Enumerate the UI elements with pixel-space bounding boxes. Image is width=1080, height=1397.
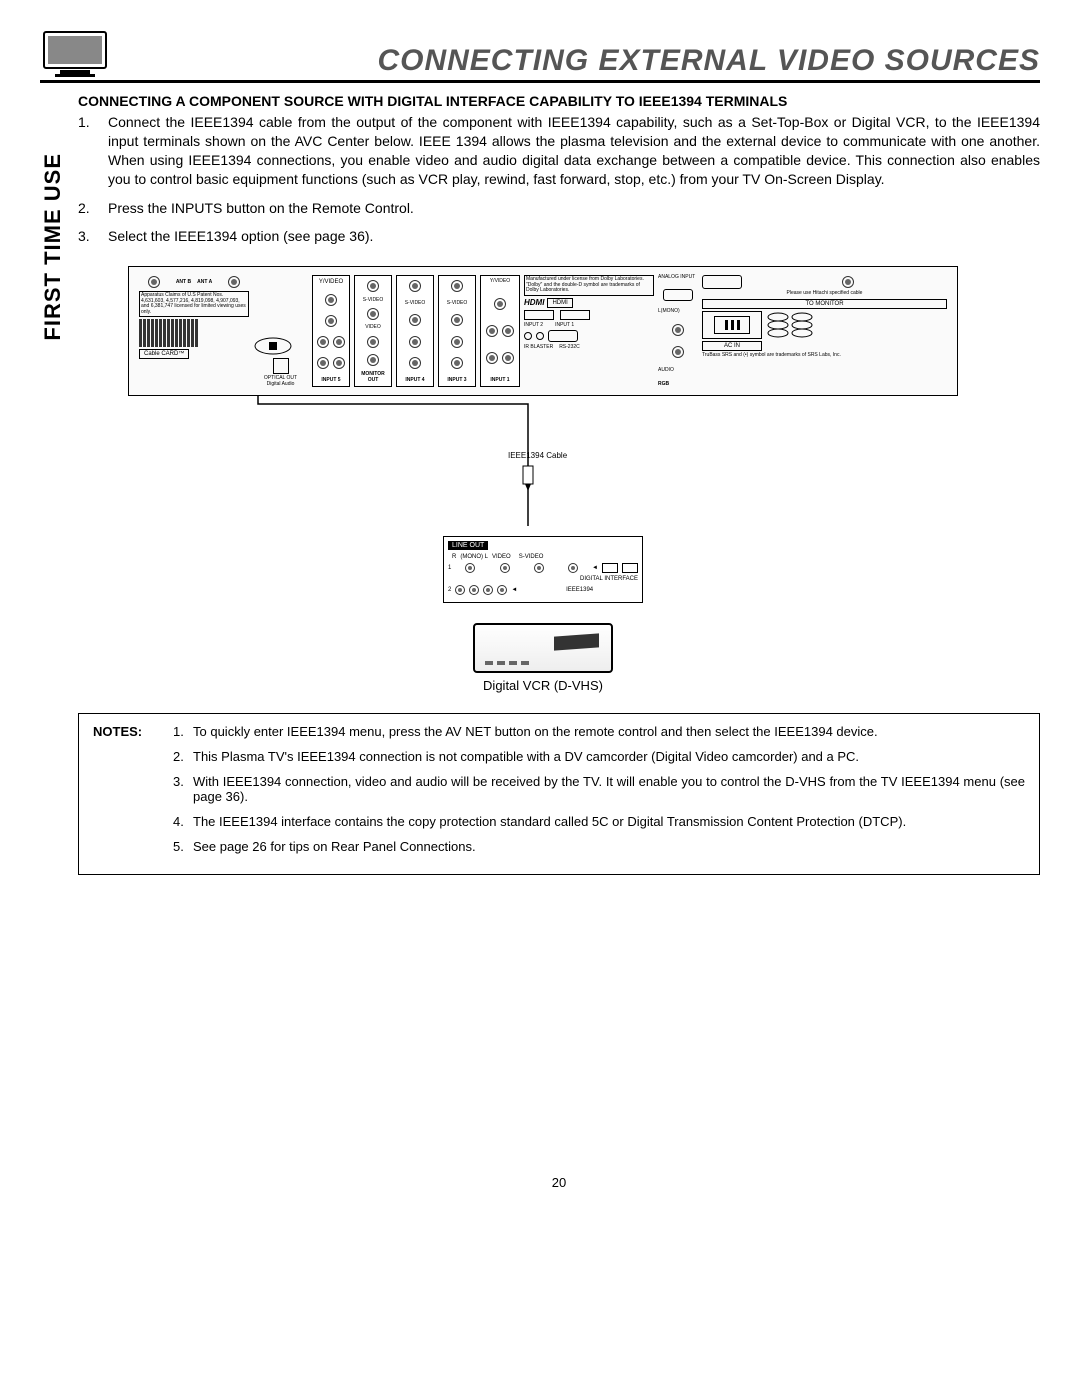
note-text: This Plasma TV's IEEE1394 connection is … xyxy=(193,749,1025,774)
page-header: CONNECTING EXTERNAL VIDEO SOURCES xyxy=(40,30,1040,83)
vga-port xyxy=(548,330,578,342)
note-text: To quickly enter IEEE1394 menu, press th… xyxy=(193,724,1025,749)
ieee1394-port xyxy=(622,563,638,573)
vent-grille xyxy=(139,319,249,347)
note-number: 1. xyxy=(173,724,193,749)
to-monitor-label: TO MONITOR xyxy=(702,299,947,309)
note-number: 5. xyxy=(173,839,193,864)
connection-diagram: ANT B ANT A Apparatus Claims of U.S Pate… xyxy=(128,266,958,693)
rear-panel-diagram: ANT B ANT A Apparatus Claims of U.S Pate… xyxy=(128,266,958,396)
monitor-out-block: S-VIDEO VIDEO MONITOR OUT xyxy=(354,275,392,387)
notes-box: NOTES: 1. To quickly enter IEEE1394 menu… xyxy=(78,713,1040,875)
step-number: 1. xyxy=(78,113,108,189)
ant-a-label: ANT A xyxy=(197,279,212,285)
step-item: 1. Connect the IEEE1394 cable from the o… xyxy=(78,113,1040,189)
input1-label: INPUT 1 xyxy=(484,377,516,383)
note-number: 2. xyxy=(173,749,193,774)
hitachi-note: Please use Hitachi specified cable xyxy=(702,291,947,297)
yvideo-label: Y/VIDEO xyxy=(316,279,346,285)
rgb-label: RGB xyxy=(658,381,698,387)
ieee1394-port xyxy=(602,563,618,573)
vent-icon xyxy=(766,311,816,339)
page-number: 20 xyxy=(78,1175,1040,1190)
connector-port xyxy=(702,275,742,289)
vga-port xyxy=(663,289,693,301)
hdmi-port xyxy=(524,310,554,320)
note-text: See page 26 for tips on Rear Panel Conne… xyxy=(193,839,1025,864)
step-text: Press the INPUTS button on the Remote Co… xyxy=(108,199,1040,218)
digital-audio-label: Digital Audio xyxy=(253,382,308,388)
input4-block: S-VIDEO INPUT 4 xyxy=(396,275,434,387)
dolby-note: Manufactured under license from Dolby La… xyxy=(524,275,654,296)
step-item: 3. Select the IEEE1394 option (see page … xyxy=(78,227,1040,246)
step-number: 2. xyxy=(78,199,108,218)
step-number: 3. xyxy=(78,227,108,246)
monitor-out-label: MONITOR OUT xyxy=(358,371,388,383)
input2-label: INPUT 2 xyxy=(524,322,543,328)
rs232c-label: RS-232C xyxy=(559,344,580,350)
step-text: Select the IEEE1394 option (see page 36)… xyxy=(108,227,1040,246)
tv-icon xyxy=(40,30,110,78)
note-text: The IEEE1394 interface contains the copy… xyxy=(193,814,1025,839)
hdmi-port xyxy=(560,310,590,320)
section-heading: CONNECTING A COMPONENT SOURCE WITH DIGIT… xyxy=(78,93,1040,109)
input1-label: INPUT 1 xyxy=(555,322,574,328)
step-list: 1. Connect the IEEE1394 cable from the o… xyxy=(78,113,1040,246)
input5-label: INPUT 5 xyxy=(316,377,346,383)
antenna-jack xyxy=(228,276,240,288)
vcr-device-icon xyxy=(473,623,613,673)
ac-in-label: AC IN xyxy=(702,341,762,351)
note-number: 4. xyxy=(173,814,193,839)
side-label: FIRST TIME USE xyxy=(40,153,66,341)
step-text: Connect the IEEE1394 cable from the outp… xyxy=(108,113,1040,189)
antenna-jack xyxy=(148,276,160,288)
input4-label: INPUT 4 xyxy=(400,377,430,383)
cable-card-label: Cable CARD™ xyxy=(139,349,189,359)
input1-block: Y/VIDEO INPUT 1 xyxy=(480,275,520,387)
input5-block: Y/VIDEO INPUT 5 xyxy=(312,275,350,387)
cable-connection: IEEE1394 Cable xyxy=(128,396,958,536)
note-number: 3. xyxy=(173,774,193,814)
cable-label: IEEE1394 Cable xyxy=(508,451,567,460)
switch-icon xyxy=(253,336,293,356)
input3-label: INPUT 3 xyxy=(442,377,472,383)
vcr-back-panel: LINE OUT R (MONO) L VIDEO S-VIDEO 1 ◄ xyxy=(443,536,643,603)
page-title: CONNECTING EXTERNAL VIDEO SOURCES xyxy=(130,44,1040,78)
analog-input-label: ANALOG INPUT xyxy=(658,275,698,281)
hdmi-label: HDMI xyxy=(547,298,572,308)
vcr-caption: Digital VCR (D-VHS) xyxy=(128,678,958,693)
jack xyxy=(842,276,854,288)
hdmi-logo: HDMI xyxy=(524,298,544,307)
trubass-note: TruBass SRS and (•) symbol are trademark… xyxy=(702,353,947,359)
line-out-label: LINE OUT xyxy=(448,541,488,550)
ant-b-label: ANT B xyxy=(176,279,191,285)
notes-label: NOTES: xyxy=(93,724,173,749)
port-icon xyxy=(273,358,289,374)
step-item: 2. Press the INPUTS button on the Remote… xyxy=(78,199,1040,218)
note-text: With IEEE1394 connection, video and audi… xyxy=(193,774,1025,814)
input3-block: S-VIDEO INPUT 3 xyxy=(438,275,476,387)
ir-blaster-label: IR BLASTER xyxy=(524,344,553,350)
patent-note: Apparatus Claims of U.S Patent Nos. 4,63… xyxy=(139,291,249,317)
